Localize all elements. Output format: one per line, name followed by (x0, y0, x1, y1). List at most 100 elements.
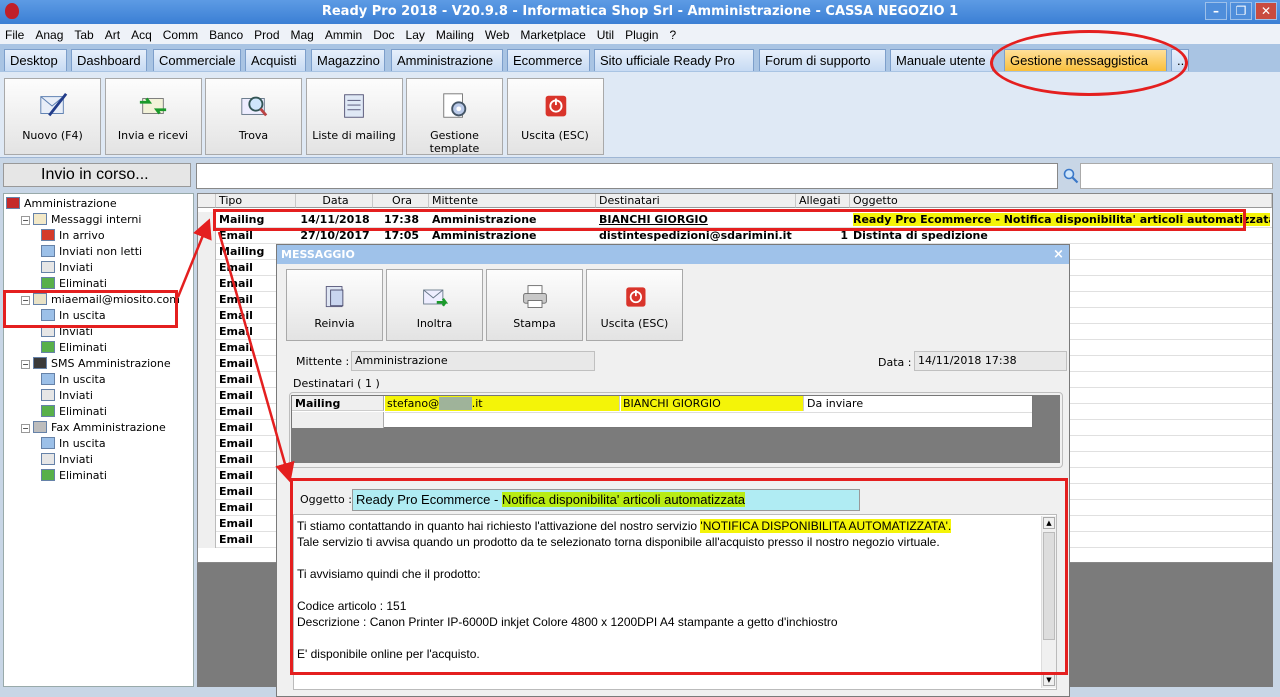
toolbar-button-4[interactable]: Gestione template (406, 78, 503, 155)
tab-3[interactable]: Acquisti (245, 49, 306, 71)
tree-node-label: Inviati (59, 453, 93, 466)
menu-item-8[interactable]: Mag (291, 28, 314, 42)
tree-node[interactable]: − SMS Amministrazione (21, 357, 171, 373)
restore-button[interactable]: ❐ (1230, 2, 1252, 20)
dialog-button-1[interactable]: Inoltra (386, 269, 483, 341)
dialog-button-2[interactable]: Stampa (486, 269, 583, 341)
tab-0[interactable]: Desktop (4, 49, 67, 71)
menu-item-16[interactable]: Plugin (625, 28, 658, 42)
mailing-list-icon (344, 94, 364, 118)
menu-item-3[interactable]: Art (105, 28, 120, 42)
tab-9[interactable]: Manuale utente (890, 49, 993, 71)
row-selector[interactable] (198, 276, 216, 292)
tree-toggle-icon[interactable]: − (21, 360, 30, 369)
row-selector[interactable] (198, 388, 216, 404)
menu-item-1[interactable]: Anag (35, 28, 63, 42)
row-selector[interactable] (198, 292, 216, 308)
menu-item-2[interactable]: Tab (74, 28, 93, 42)
row-selector[interactable] (198, 340, 216, 356)
toolbar-button-5[interactable]: Uscita (ESC) (506, 78, 604, 155)
row-selector[interactable] (198, 324, 216, 340)
row-selector[interactable] (198, 452, 216, 468)
tree-node[interactable]: Amministrazione (6, 197, 117, 213)
tree-node[interactable]: In uscita (41, 373, 106, 389)
tab-2[interactable]: Commerciale (153, 49, 241, 71)
toolbar-button-3[interactable]: Liste di mailing (305, 78, 403, 155)
tree-node[interactable]: − Fax Amministrazione (21, 421, 166, 437)
row-selector[interactable] (198, 468, 216, 484)
row-selector[interactable] (198, 260, 216, 276)
menu-item-6[interactable]: Banco (209, 28, 243, 42)
row-selector[interactable] (198, 420, 216, 436)
tree-node[interactable]: Inviati (41, 389, 93, 405)
toolbar-button-0[interactable]: Nuovo (F4) (4, 78, 101, 155)
tree-node[interactable]: Eliminati (41, 341, 107, 357)
menu-item-7[interactable]: Prod (254, 28, 279, 42)
tree-node[interactable]: Inviati non letti (41, 245, 142, 261)
tree-node[interactable]: In uscita (41, 437, 106, 453)
tree-node[interactable]: Eliminati (41, 469, 107, 485)
tree-node[interactable]: Eliminati (41, 405, 107, 421)
menu-item-11[interactable]: Lay (406, 28, 425, 42)
menu-item-9[interactable]: Ammin (325, 28, 362, 42)
grid-header-5[interactable]: Allegati (796, 194, 850, 208)
tab-4[interactable]: Magazzino (311, 49, 385, 71)
grid-header-3[interactable]: Mittente (429, 194, 596, 208)
grid-header-6[interactable]: Oggetto (850, 194, 1272, 208)
row-selector[interactable] (198, 404, 216, 420)
search-icon[interactable] (1063, 168, 1079, 184)
row-selector[interactable] (198, 532, 216, 548)
row-selector[interactable] (198, 500, 216, 516)
tab-5[interactable]: Amministrazione (391, 49, 503, 71)
fax-icon (33, 421, 47, 433)
grid-header-1[interactable]: Data (296, 194, 373, 208)
tab-7[interactable]: Sito ufficiale Ready Pro (594, 49, 754, 71)
annotation-tree-box (3, 290, 178, 328)
dialog-button-label: Reinvia (314, 317, 355, 330)
menu-item-12[interactable]: Mailing (436, 28, 474, 42)
grid-header-4[interactable]: Destinatari (596, 194, 796, 208)
tab-6[interactable]: Ecommerce (507, 49, 590, 71)
menu-item-15[interactable]: Util (597, 28, 614, 42)
grid-header-0[interactable]: Tipo (216, 194, 296, 208)
menu-item-5[interactable]: Comm (163, 28, 198, 42)
menu-item-10[interactable]: Doc (373, 28, 394, 42)
tree-toggle-icon[interactable]: − (21, 216, 30, 225)
outbox-icon (41, 373, 55, 385)
dest-email[interactable]: stefano@xxxxx.it (385, 396, 620, 411)
tab-8[interactable]: Forum di supporto (759, 49, 886, 71)
row-selector[interactable] (198, 372, 216, 388)
menu-item-17[interactable]: ? (669, 28, 676, 42)
menu-item-4[interactable]: Acq (131, 28, 152, 42)
tree-node-label: Inviati (59, 389, 93, 402)
close-window-button[interactable]: ✕ (1255, 2, 1277, 20)
toolbar-button-2[interactable]: Trova (205, 78, 302, 155)
dialog-button-3[interactable]: Uscita (ESC) (586, 269, 683, 341)
grid-header-2[interactable]: Ora (373, 194, 429, 208)
tree-node[interactable]: In arrivo (41, 229, 105, 245)
menu-item-13[interactable]: Web (485, 28, 509, 42)
tree-node-label: Inviati non letti (59, 245, 143, 258)
row-selector[interactable] (198, 308, 216, 324)
row-selector[interactable] (198, 436, 216, 452)
row-selector[interactable] (198, 516, 216, 532)
tab-1[interactable]: Dashboard (71, 49, 147, 71)
menu-item-14[interactable]: Marketplace (520, 28, 585, 42)
row-selector[interactable] (198, 484, 216, 500)
dialog-button-0[interactable]: Reinvia (286, 269, 383, 341)
folder-tree: Amministrazione − Messaggi interni In arriv… (3, 193, 194, 687)
search-input[interactable] (1080, 163, 1273, 189)
tree-toggle-icon[interactable]: − (21, 424, 30, 433)
tree-node-label: In arrivo (59, 229, 105, 242)
minimize-button[interactable]: – (1205, 2, 1227, 20)
row-selector[interactable] (198, 244, 216, 260)
tree-node[interactable]: Inviati (41, 453, 93, 469)
menu-item-0[interactable]: File (5, 28, 24, 42)
tree-node[interactable]: − Messaggi interni (21, 213, 141, 229)
toolbar-button-1[interactable]: Invia e ricevi (104, 78, 202, 155)
row-selector[interactable] (198, 356, 216, 372)
tree-node[interactable]: Inviati (41, 261, 93, 277)
dialog-close-icon[interactable]: × (1053, 247, 1064, 262)
sent-unread-icon (41, 245, 55, 257)
filter-input[interactable] (196, 163, 1058, 189)
